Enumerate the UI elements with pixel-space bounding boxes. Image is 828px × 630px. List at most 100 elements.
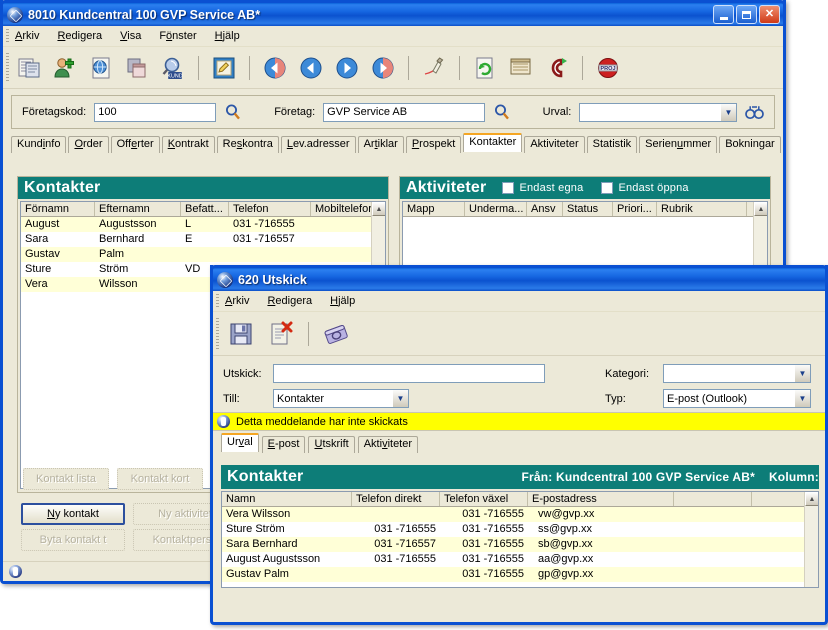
table-row[interactable]: Gustav Palm [21,247,385,262]
edit-note-icon[interactable] [208,52,240,84]
tab-reskontra[interactable]: Reskontra [216,136,279,153]
tab-aktiviteter[interactable]: Aktiviteter [524,136,585,153]
foretagskod-input[interactable] [94,102,217,122]
tab-kontakter[interactable]: Kontakter [463,133,523,152]
table-row[interactable]: August Augustsson 031 -716555 031 -71655… [222,552,818,567]
foretagskod-magnifier-icon[interactable] [224,103,242,121]
foretag-input[interactable] [323,102,485,122]
col-undermapp[interactable]: Underma... [465,202,527,216]
nav-next-icon[interactable] [331,52,363,84]
new-document-icon[interactable] [13,52,45,84]
result-grid[interactable]: Namn Telefon direkt Telefon växel E-post… [221,491,819,588]
menu-fonster[interactable]: Fönster [157,29,198,43]
tab-serienummer[interactable]: Serienummer [639,136,718,153]
ledger-icon[interactable] [505,52,537,84]
cell-telefon-direkt: 031 -716555 [374,553,436,565]
utskick-menu-redigera[interactable]: Redigera [265,294,314,308]
col-status[interactable]: Status [563,202,613,216]
nav-first-icon[interactable] [259,52,291,84]
binoculars-icon[interactable] [745,103,764,121]
table-row[interactable]: August Augustsson L 031 -716555 [21,217,385,232]
address-book-icon[interactable] [318,316,354,352]
search-customer-icon[interactable]: KUND [157,52,189,84]
ny-kontakt-button[interactable]: Ny kontakt [21,503,125,525]
col-fornamn[interactable]: Förnamn [21,202,95,216]
col-ansvarig[interactable]: Ansv [527,202,563,216]
col-epostadress[interactable]: E-postadress [528,492,674,506]
cell-fornamn: August [25,218,60,230]
col-namn[interactable]: Namn [222,492,352,506]
table-row[interactable]: Gustav Palm 031 -716555 gp@gvp.xx [222,567,818,582]
urval-combo[interactable]: ▼ [579,102,737,122]
table-row[interactable]: Sara Bernhard E 031 -716557 [21,232,385,247]
result-from-label: Från: Kundcentral 100 GVP Service AB* [521,470,755,484]
tab-kontrakt[interactable]: Kontrakt [161,136,215,153]
copy-window-icon[interactable] [121,52,153,84]
col-befattning[interactable]: Befatt... [181,202,229,216]
sign-document-icon[interactable] [418,52,450,84]
tab-prospekt[interactable]: Prospekt [405,136,462,153]
utskick-titlebar[interactable]: 620 Utskick [210,265,828,291]
minimize-button[interactable] [713,5,734,24]
col-extra-2[interactable] [752,492,812,506]
utskick-menu-hjalp-rest: jälp [338,295,356,307]
checkbox-endast-egna[interactable] [502,182,515,194]
tab-kundinfo[interactable]: Kundinfo [11,136,67,153]
utskick-menu-hjalp[interactable]: Hjälp [328,294,357,308]
maximize-button[interactable] [736,5,757,24]
save-icon[interactable] [223,316,259,352]
tab-order[interactable]: Order [68,136,109,153]
add-customer-icon[interactable] [49,52,81,84]
col-telefon-direkt[interactable]: Telefon direkt [352,492,440,506]
kategori-combo[interactable]: ▼ [663,364,811,383]
col-mapp[interactable]: Mapp [403,202,465,216]
utskick-menu-arkiv-rest: rkiv [232,295,250,307]
nav-last-icon[interactable] [367,52,399,84]
result-grid-scrollbar[interactable]: ▲ [804,492,818,587]
col-telefon-vaxel[interactable]: Telefon växel [440,492,528,506]
utskick-tab-epost[interactable]: E-post [261,436,306,453]
nav-previous-icon[interactable] [295,52,327,84]
menu-arkiv[interactable]: Arkiv [13,29,41,43]
web-page-icon[interactable] [85,52,117,84]
cell-befattning [181,247,229,262]
foretag-magnifier-icon[interactable] [493,103,511,121]
utskick-menu-arkiv[interactable]: Arkiv [223,294,251,308]
scroll-up-icon[interactable]: ▲ [754,202,767,216]
tab-artiklar[interactable]: Artiklar [357,136,404,153]
main-titlebar[interactable]: 8010 Kundcentral 100 GVP Service AB* ✕ [0,0,786,26]
utskick-tab-utskrift[interactable]: Utskrift [308,436,355,453]
table-row[interactable]: Sture Ström 031 -716555 031 -716555 ss@g… [222,522,818,537]
utskick-tab-aktiviteter[interactable]: Aktiviteter [357,436,419,453]
tab-bokningar[interactable]: Bokningar [719,136,781,153]
col-prioritet[interactable]: Priori... [613,202,657,216]
col-efternamn[interactable]: Efternamn [95,202,181,216]
utskick-tab-urval[interactable]: Urval [221,433,259,452]
tab-statistik[interactable]: Statistik [586,136,638,153]
table-row[interactable]: Vera Wilsson 031 -716555 vw@gvp.xx [222,507,818,522]
till-combo[interactable]: Kontakter ▼ [273,389,409,408]
typ-combo[interactable]: E-post (Outlook) ▼ [663,389,811,408]
col-rubrik[interactable]: Rubrik [657,202,747,216]
utskick-toolbar-separator [308,321,309,346]
menu-hjalp[interactable]: Hjälp [213,29,242,43]
cell-efternamn: Palm [99,248,125,260]
tab-lev-adresser[interactable]: Lev.adresser [280,136,356,153]
aktiviteter-grid-header: Mapp Underma... Ansv Status Priori... Ru… [403,202,767,217]
refresh-icon[interactable] [469,52,501,84]
delete-document-icon[interactable] [263,316,299,352]
scroll-up-icon[interactable]: ▲ [372,202,385,216]
col-extra-1[interactable] [674,492,752,506]
menu-visa[interactable]: Visa [118,29,143,43]
col-telefon[interactable]: Telefon [229,202,311,216]
menu-redigera[interactable]: Redigera [55,29,104,43]
table-row[interactable]: Sara Bernhard 031 -716557 031 -716555 sb… [222,537,818,552]
checkbox-endast-oppna[interactable] [601,182,614,194]
contract-icon[interactable] [541,52,573,84]
cell-telefon: 031 -716557 [233,233,295,245]
scroll-up-icon[interactable]: ▲ [805,492,818,506]
project-icon[interactable]: PROJ [592,52,624,84]
close-button[interactable]: ✕ [759,5,780,24]
tab-offerter[interactable]: Offerter [110,136,160,153]
utskick-input[interactable] [273,364,545,383]
